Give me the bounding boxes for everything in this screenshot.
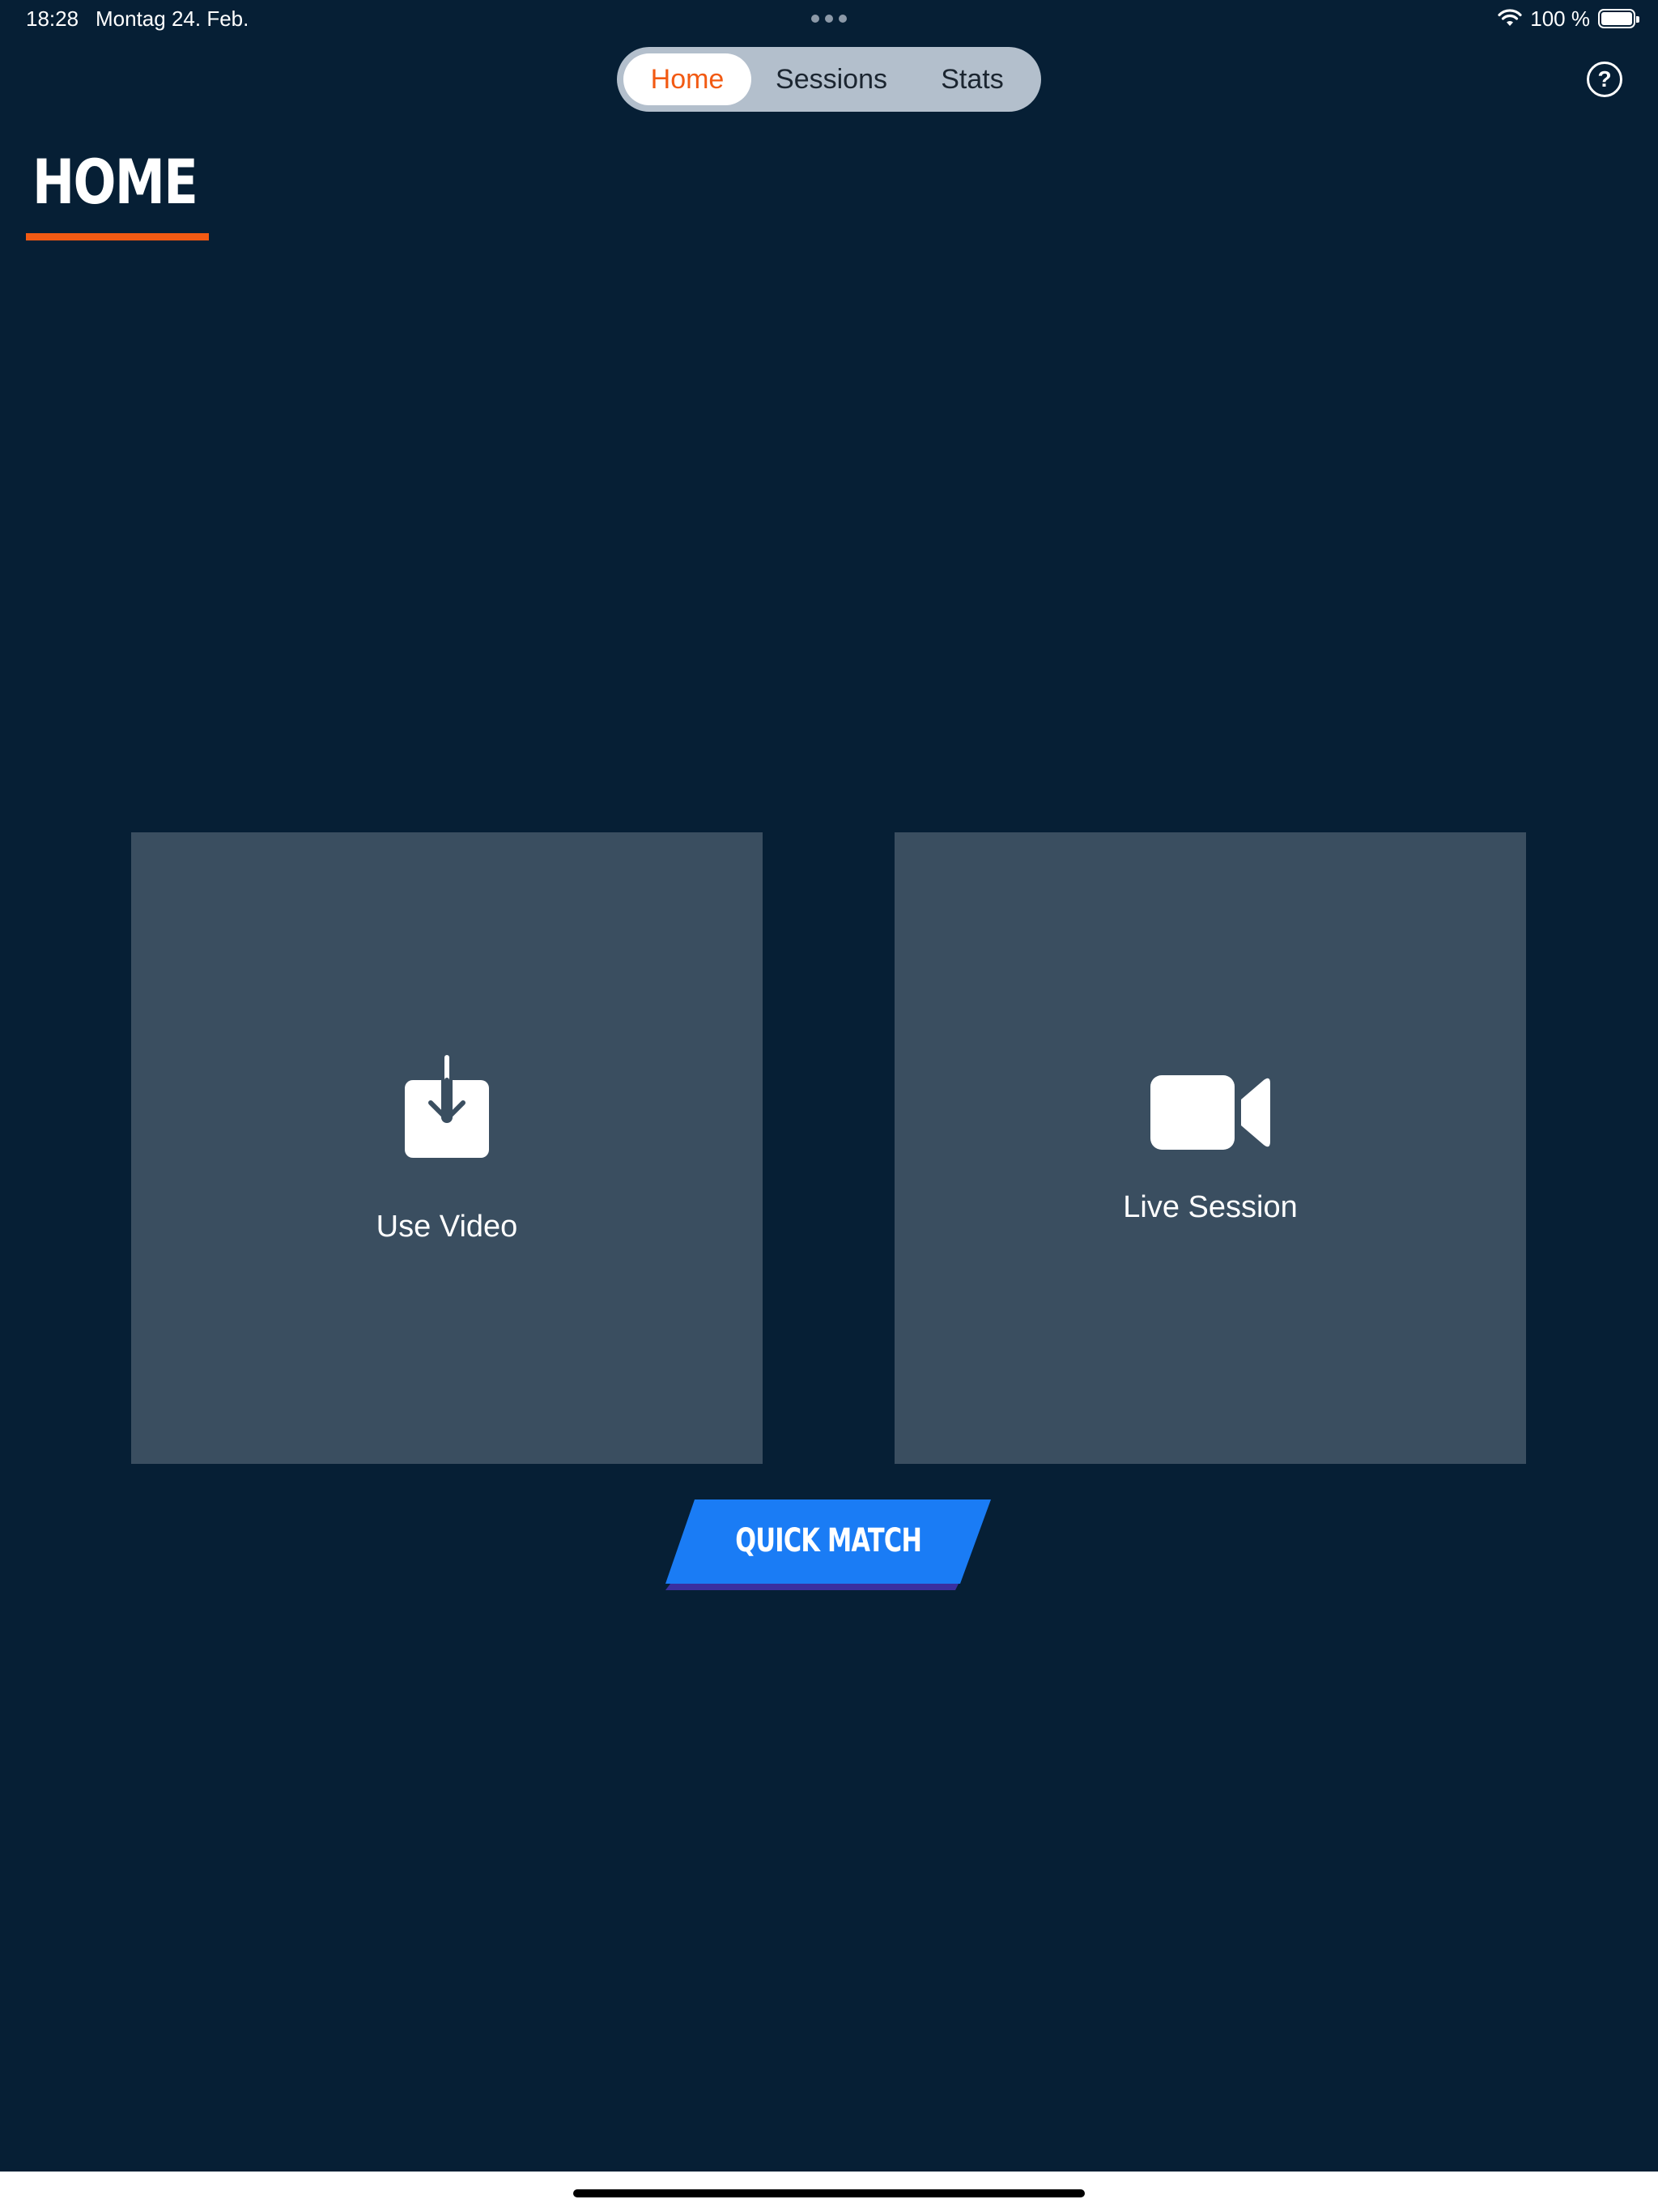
home-screen: 18:28 Montag 24. Feb. 100 % Home Session… [0, 0, 1658, 2212]
status-time: 18:28 [26, 6, 79, 31]
question-circle-icon: ? [1597, 66, 1612, 91]
download-tray-icon [405, 1054, 489, 1158]
live-session-label: Live Session [1123, 1190, 1298, 1224]
use-video-label: Use Video [376, 1210, 518, 1244]
tab-segmented-control: Home Sessions Stats [617, 47, 1041, 112]
battery-percent: 100 % [1530, 6, 1590, 31]
live-session-card[interactable]: Live Session [895, 832, 1526, 1464]
use-video-card[interactable]: Use Video [131, 832, 763, 1464]
title-underline [26, 233, 209, 240]
quick-match-button[interactable]: QUICK MATCH [665, 1499, 991, 1592]
video-camera-icon [1150, 1075, 1270, 1150]
battery-icon [1598, 9, 1639, 28]
tab-home[interactable]: Home [623, 53, 751, 105]
tab-sessions[interactable]: Sessions [751, 53, 912, 105]
tab-stats[interactable]: Stats [912, 53, 1033, 105]
wifi-icon [1498, 9, 1522, 26]
home-indicator[interactable] [573, 2189, 1085, 2197]
status-bar: 18:28 Montag 24. Feb. 100 % [0, 0, 1658, 39]
quick-match-label: QUICK MATCH [735, 1522, 922, 1559]
status-date: Montag 24. Feb. [96, 6, 249, 31]
page-title: HOME [32, 146, 198, 218]
multitasking-dots-icon[interactable] [811, 15, 847, 23]
help-button[interactable]: ? [1587, 62, 1622, 97]
status-indicators: 100 % [1498, 5, 1639, 32]
battery-fill [1601, 12, 1632, 25]
